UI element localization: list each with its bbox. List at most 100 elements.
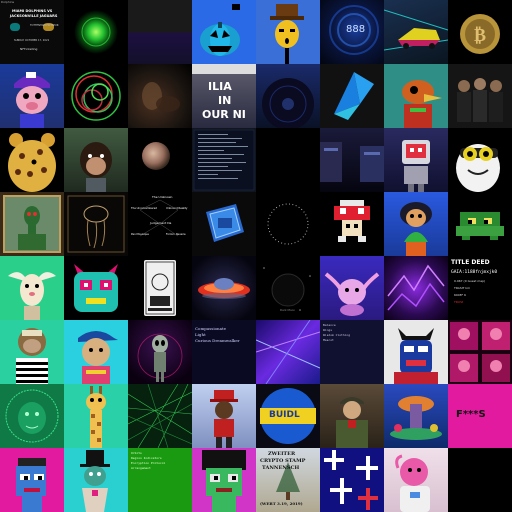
tile-green-creature-frame[interactable] [0,192,64,256]
tile-buidl-ball[interactable]: BUIDL [256,384,320,448]
moon-orb-art [142,142,170,170]
nft-grid: Dolphins MIAMI DOLPHINS VS JACKSONVILLE … [0,0,512,512]
tile-blue-pumpkin[interactable] [192,0,256,64]
alien-art [137,333,183,382]
tile-bored-ape-striped[interactable] [0,320,64,384]
green-lion-art [5,389,59,443]
list-line-2: Wings [323,328,333,332]
censored-text: F***S [456,409,486,420]
tile-title-deed[interactable]: TITLE DEED GAIA:1188fnjmxjk0 0.967 (0 Gu… [448,256,512,320]
tile-dot-circle[interactable] [256,192,320,256]
green-line-1: Orbits [131,451,142,455]
tile-green-text[interactable]: Orbits Region Indicators Encryption Prot… [128,448,192,512]
blue-sail-art [334,72,374,120]
tile-leopard-bear[interactable] [0,128,64,192]
tile-moon-orb[interactable] [128,128,192,192]
ufo-art [198,278,250,299]
tile-fantasy-tower[interactable] [384,384,448,448]
buidl-text: BUIDL [269,410,300,420]
tile-yellow-goggles-avatar[interactable] [448,128,512,192]
corner-label: Dolphins [1,0,15,4]
tile-red-ufo[interactable] [192,256,256,320]
tile-tarot-card[interactable] [128,256,192,320]
tile-purple-energy[interactable] [384,256,448,320]
tile-purple-cap-pig[interactable] [0,64,64,128]
tile-dark-painting[interactable] [128,64,192,128]
tile-red-hat-character[interactable] [192,384,256,448]
tile-bitcoin-coin[interactable]: ₿ [448,0,512,64]
tile-pixel-afro[interactable] [192,448,256,512]
list-line-1: Balance [323,323,336,327]
cross-pattern-art [324,450,378,510]
tile-blue-box[interactable] [192,192,256,256]
number-888: 888 [346,24,366,35]
tile-neon-car[interactable] [384,0,448,64]
plant-pet-art [400,202,432,256]
hat-character-art [270,4,304,64]
tile-record-disc[interactable] [256,64,320,128]
tile-giraffe[interactable] [64,384,128,448]
tile-green-web[interactable] [128,384,192,448]
tile-dark-planet[interactable]: Dark Moon [256,256,320,320]
tile-magenta-text[interactable]: F***S [448,384,512,448]
tile-monkey-art[interactable] [64,128,128,192]
tile-trait-text[interactable]: Compassionate Light Curious Dreamwalker [192,320,256,384]
tile-alien-neon[interactable] [128,320,192,384]
ticketing-tag: NFTicketing [20,47,38,51]
tile-soldier[interactable] [320,384,384,448]
tile-plant-pet[interactable] [384,192,448,256]
tile-green-lion[interactable] [0,384,64,448]
poster-line-1: ILIA [208,80,232,93]
venue-text: TOTTENHAM HOTSPUR [30,24,59,27]
samurai-mask-art [394,328,438,384]
monkey-art [80,142,112,192]
pixel-afro-art [202,450,246,512]
green-line-3: Encryption Protocol [131,461,166,465]
tile-scribble-orb[interactable] [64,64,128,128]
tile-robot-gamer[interactable] [384,128,448,192]
tile-green-orb[interactable] [64,0,128,64]
tile-blue-purple-lights[interactable] [256,320,320,384]
tile-blue-sail[interactable] [320,64,384,128]
tile-888-tunnel[interactable]: 888 [320,0,384,64]
trait-line-3: Curious Dreamwalker [195,338,240,343]
striped-ape-art [16,328,48,384]
tile-jellyfish-dark[interactable] [64,192,128,256]
tile-green-frog-pixel[interactable] [448,192,512,256]
tile-cross-pattern[interactable] [320,448,384,512]
winged-creature-art [8,272,56,320]
tile-trait-list[interactable]: Balance Wings Wisdom Clothing Mascot [320,320,384,384]
leopard-bear-art [8,133,56,192]
tile-pixel-mushroom[interactable] [320,192,384,256]
blue-box-art [206,204,244,242]
tile-blue-hat-ape[interactable] [64,320,128,384]
stamp-line-1: ZWEITER [268,451,296,457]
tile-protest-poster[interactable]: ILIA IN OUR NI [192,64,256,128]
red-hat-character-art [210,390,238,448]
dark-painting-art [142,82,180,112]
tile-winged-creature[interactable] [0,256,64,320]
planet-label: Dark Moon [280,308,296,312]
green-line-2: Region Indicators [131,456,162,460]
tile-dark-purple-gradient[interactable] [128,0,192,64]
tile-pink-portraits[interactable] [448,320,512,384]
tile-pixel-punk[interactable] [0,448,64,512]
tile-hat-character[interactable] [256,0,320,64]
tile-pink-astronaut[interactable] [384,448,448,512]
tile-spaceship-interior[interactable] [320,128,384,192]
record-disc-art [262,78,314,128]
list-line-4: Mascot [323,338,334,342]
goggles-avatar-art [456,144,500,192]
tile-tarot-diagram[interactable]: The Unknown The Unremembered Unbound Rea… [128,192,192,256]
tile-terminal-text[interactable] [192,128,256,192]
tile-crypto-stamp[interactable]: ZWEITER CRYPTO STAMP TANNENSCH (WERT 3.1… [256,448,320,512]
tile-top-hat-figure[interactable] [64,448,128,512]
pumpkin-art [200,4,240,56]
tile-black[interactable] [256,128,320,192]
tile-neon-cat-face[interactable] [64,256,128,320]
tile-miami-ticket[interactable]: Dolphins MIAMI DOLPHINS VS JACKSONVILLE … [0,0,64,64]
tile-skull-bird[interactable] [384,64,448,128]
tile-samurai-mask[interactable] [384,320,448,384]
tile-pink-axolotl[interactable] [320,256,384,320]
tile-band-photo[interactable] [448,64,512,128]
